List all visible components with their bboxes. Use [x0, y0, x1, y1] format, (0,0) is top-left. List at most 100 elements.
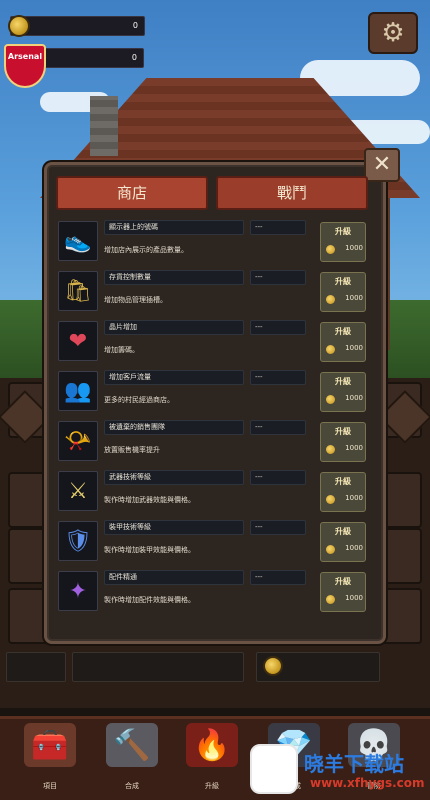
upgrade-value: ---	[250, 220, 306, 235]
close-button[interactable]: ✕	[364, 148, 400, 182]
upgrade-name: 顯示器上的號碼	[104, 220, 244, 235]
upgrade-cost: 1000	[345, 544, 363, 552]
upgrade-button-label: 升級	[335, 577, 351, 586]
upgrade-row: ⚔ 武器技術等級 --- 製作時增加武器效能與價格。 升級 1000	[52, 470, 378, 516]
upgrade-row: 🛍 存貨控制數量 --- 增加物品管理插槽。 升級 1000	[52, 270, 378, 316]
gold-coin-icon	[326, 345, 335, 354]
gold-coin-icon	[263, 656, 283, 676]
watermark: 晓羊下载站 www.xfhygs.com	[250, 744, 430, 800]
accessory-icon: ✦	[58, 571, 98, 611]
watermark-url: www.xfhygs.com	[310, 776, 425, 790]
upgrade-description: 更多的村民經過商店。	[104, 396, 174, 404]
upgrade-cost: 1000	[345, 394, 363, 402]
upgrade-row: ✦ 配件精通 --- 製作時增加配件效能與價格。 升級 1000	[52, 570, 378, 616]
upgrade-button[interactable]: 升級 1000	[320, 322, 366, 362]
nav-item[interactable]: 🔥 升級	[180, 723, 244, 795]
nav-item[interactable]: 🔨 合成	[100, 723, 164, 795]
gear-icon: ⚙	[381, 18, 405, 48]
upgrade-cost: 1000	[345, 244, 363, 252]
upgrade-button[interactable]: 升級 1000	[320, 472, 366, 512]
upgrade-row: 🛡 裝甲技術等級 --- 製作時增加裝甲效能與價格。 升級 1000	[52, 520, 378, 566]
tab-battle-label: 戰鬥	[276, 184, 307, 202]
gold-coin-icon	[326, 445, 335, 454]
upgrade-value: ---	[250, 570, 306, 585]
upgrade-row: 👟 顯示器上的號碼 --- 增加店內展示的產品數量。 升級 1000	[52, 220, 378, 266]
upgrade-value: ---	[250, 420, 306, 435]
upgrade-description: 增加物品管理插槽。	[104, 296, 167, 304]
upgrade-description: 製作時增加武器效能與價格。	[104, 496, 195, 504]
upgrade-button-label: 升級	[335, 527, 351, 536]
upgrade-name: 裝甲技術等級	[104, 520, 244, 535]
upgrade-cost: 1000	[345, 294, 363, 302]
upgrade-name: 存貨控制數量	[104, 270, 244, 285]
tab-shop-label: 商店	[116, 184, 147, 202]
watermark-logo	[250, 744, 298, 794]
upgrade-name: 被遺棄的銷售團隊	[104, 420, 244, 435]
trumpet-icon: 📯	[58, 421, 98, 461]
chest-icon: 🧰	[24, 723, 76, 767]
upgrade-cost: 1000	[345, 594, 363, 602]
upgrade-button[interactable]: 升級 1000	[320, 372, 366, 412]
gem-value: 0	[131, 53, 137, 62]
nav-label: 合成	[125, 782, 139, 790]
upgrade-button-label: 升級	[335, 277, 351, 286]
close-icon: ✕	[372, 152, 392, 177]
crest-label: Arsenal	[7, 52, 43, 61]
gold-value: 0	[132, 21, 138, 30]
upgrade-name: 晶片增加	[104, 320, 244, 335]
bottom-slot-middle	[72, 652, 244, 682]
settings-button[interactable]: ⚙	[368, 12, 418, 54]
upgrade-description: 增加籌碼。	[104, 346, 139, 354]
crowd-icon: 👥	[58, 371, 98, 411]
tab-battle[interactable]: 戰鬥	[216, 176, 368, 210]
upgrade-button[interactable]: 升級 1000	[320, 222, 366, 262]
upgrade-value: ---	[250, 370, 306, 385]
upgrade-name: 配件精通	[104, 570, 244, 585]
gem-counter: 0	[44, 48, 144, 68]
gold-coin-icon	[326, 545, 335, 554]
nav-label: 項目	[43, 782, 57, 790]
hammer-icon: 🔨	[106, 723, 158, 767]
upgrade-button-label: 升級	[335, 327, 351, 336]
upgrade-description: 製作時增加配件效能與價格。	[104, 596, 195, 604]
fire-orb-icon: 🔥	[186, 723, 238, 767]
gold-coin-icon	[326, 245, 335, 254]
upgrade-button-label: 升級	[335, 427, 351, 436]
upgrade-cost: 1000	[345, 344, 363, 352]
upgrade-row: ❤ 晶片增加 --- 增加籌碼。 升級 1000	[52, 320, 378, 366]
gold-counter: 0	[10, 16, 145, 36]
upgrade-button[interactable]: 升級 1000	[320, 272, 366, 312]
upgrade-button-label: 升級	[335, 477, 351, 486]
gold-coin-icon	[8, 15, 30, 37]
gold-coin-icon	[326, 295, 335, 304]
upgrade-button[interactable]: 升級 1000	[320, 522, 366, 562]
chimney	[90, 96, 118, 156]
armor-icon: 🛡	[58, 521, 98, 561]
arsenal-crest-icon: Arsenal	[4, 44, 46, 88]
storage-bag-icon: 🛍	[58, 271, 98, 311]
upgrade-button[interactable]: 升級 1000	[320, 422, 366, 462]
upgrade-button-label: 升級	[335, 377, 351, 386]
bottom-slot-right	[256, 652, 380, 682]
upgrade-button[interactable]: 升級 1000	[320, 572, 366, 612]
upgrade-name: 武器技術等級	[104, 470, 244, 485]
bottom-slot-left	[6, 652, 66, 682]
gold-coin-icon	[326, 495, 335, 504]
sword-icon: ⚔	[58, 471, 98, 511]
upgrade-value: ---	[250, 270, 306, 285]
upgrade-name: 增加客戶流量	[104, 370, 244, 385]
upgrade-description: 增加店內展示的產品數量。	[104, 246, 188, 254]
gold-coin-icon	[326, 595, 335, 604]
upgrade-description: 製作時增加裝甲效能與價格。	[104, 546, 195, 554]
watermark-text: 晓羊下载站	[304, 752, 404, 776]
gold-coin-icon	[326, 395, 335, 404]
upgrade-description: 放置販售機率提升	[104, 446, 160, 454]
heart-icon: ❤	[58, 321, 98, 361]
upgrade-cost: 1000	[345, 494, 363, 502]
tab-shop[interactable]: 商店	[56, 176, 208, 210]
nav-item[interactable]: 🧰 項目	[18, 723, 82, 795]
upgrade-row: 👥 增加客戶流量 --- 更多的村民經過商店。 升級 1000	[52, 370, 378, 416]
shoes-icon: 👟	[58, 221, 98, 261]
nav-label: 升級	[205, 782, 219, 790]
upgrade-value: ---	[250, 470, 306, 485]
